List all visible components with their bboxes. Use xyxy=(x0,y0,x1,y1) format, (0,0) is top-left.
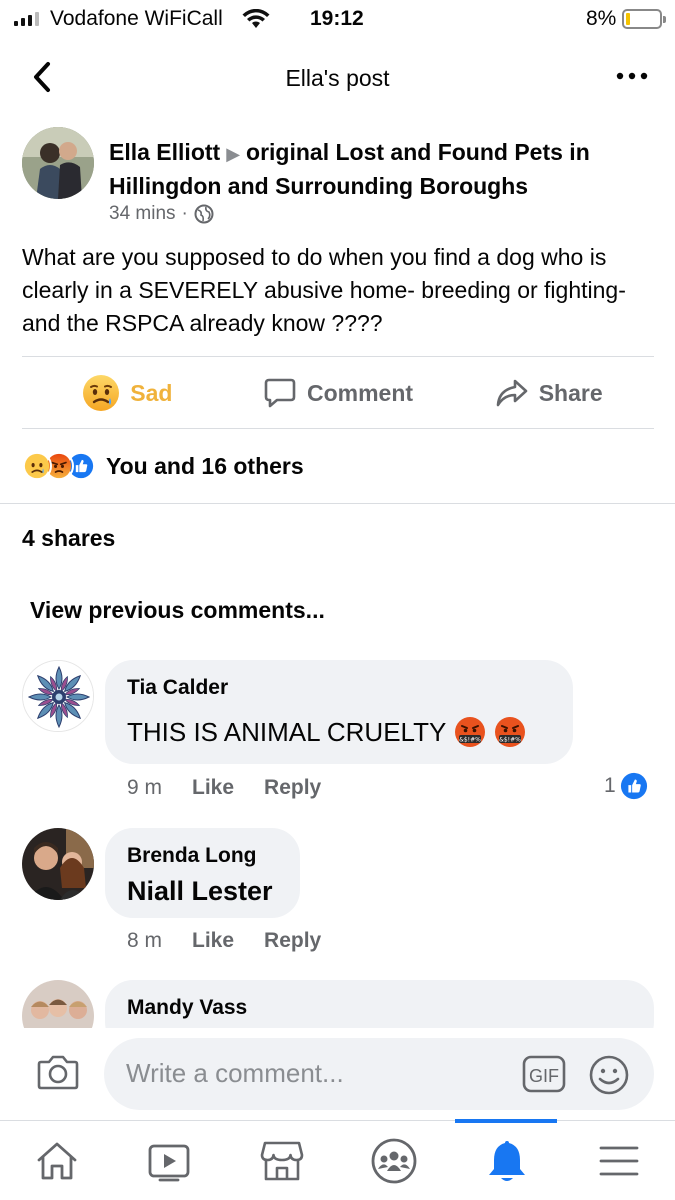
menu-icon xyxy=(599,1146,639,1176)
emoji-icon[interactable] xyxy=(588,1054,630,1096)
meta-separator: · xyxy=(181,203,188,224)
divider xyxy=(0,503,675,504)
view-previous-comments[interactable]: View previous comments... xyxy=(30,597,325,624)
notifications-icon xyxy=(489,1141,525,1181)
commenter-avatar[interactable] xyxy=(22,660,94,732)
comment-placeholder: Write a comment... xyxy=(126,1058,344,1088)
like-link[interactable]: Like xyxy=(192,776,234,800)
shares-count[interactable]: 4 shares xyxy=(22,525,115,552)
post-text: What are you supposed to do when you fin… xyxy=(22,244,626,336)
sad-emoji-icon xyxy=(83,375,120,411)
comment-bubble[interactable]: Tia Calder THIS IS ANIMAL CRUELTY &$!#% … xyxy=(105,660,573,764)
tab-notifications[interactable] xyxy=(477,1135,537,1187)
header: Ella's post xyxy=(0,50,675,106)
divider xyxy=(22,428,654,429)
comment-meta: 8 m Like Reply xyxy=(127,929,321,953)
comment-text[interactable]: Niall Lester xyxy=(127,876,273,907)
carrier-name: Vodafone WiFiCall xyxy=(50,7,223,30)
like-reaction-icon xyxy=(620,772,647,800)
signal-icon xyxy=(14,10,39,26)
share-icon xyxy=(496,379,528,407)
gif-icon[interactable]: GIF xyxy=(522,1054,566,1094)
page-title: Ella's post xyxy=(285,65,390,91)
reply-link[interactable]: Reply xyxy=(264,929,321,953)
sad-reaction-icon xyxy=(22,451,52,481)
camera-icon[interactable] xyxy=(36,1052,80,1092)
share-label: Share xyxy=(538,379,603,406)
svg-text:&$!#%: &$!#% xyxy=(459,737,481,744)
battery-icon xyxy=(622,9,666,29)
author-name[interactable]: Ella Elliott xyxy=(109,139,220,165)
tab-home[interactable] xyxy=(27,1135,87,1187)
reaction-button[interactable]: Sad xyxy=(22,357,233,429)
cursing-face-icon: &$!#% xyxy=(495,717,526,747)
comment-time[interactable]: 9 m xyxy=(127,776,162,800)
reactions-summary[interactable]: You and 16 others xyxy=(22,448,304,484)
share-button[interactable]: Share xyxy=(443,357,654,429)
commenter-name[interactable]: Mandy Vass xyxy=(127,996,247,1020)
cursing-face-icon: &$!#% xyxy=(455,717,486,747)
comment-label: Comment xyxy=(306,379,414,406)
post-meta: 34 mins · xyxy=(109,203,214,225)
commenter-name[interactable]: Tia Calder xyxy=(127,676,228,700)
commenter-avatar[interactable] xyxy=(22,828,94,900)
tab-marketplace[interactable] xyxy=(252,1135,312,1187)
comment-input[interactable]: Write a comment... GIF xyxy=(104,1038,654,1110)
more-options-icon[interactable] xyxy=(612,64,652,88)
post-actions: Sad Comment Share xyxy=(22,357,654,429)
status-bar: Vodafone WiFiCall 19:12 8% xyxy=(0,0,675,38)
bottom-nav xyxy=(0,1119,675,1200)
comment-button[interactable]: Comment xyxy=(233,357,444,429)
comment-composer: Write a comment... GIF xyxy=(0,1028,675,1120)
comment-bubble[interactable]: Brenda Long Niall Lester xyxy=(105,828,300,918)
commenter-name[interactable]: Brenda Long xyxy=(127,844,257,868)
comment-like-count[interactable]: 1 xyxy=(604,772,648,800)
reaction-label: Sad xyxy=(130,379,173,406)
reply-link[interactable]: Reply xyxy=(264,776,321,800)
active-tab-indicator xyxy=(455,1119,557,1123)
clock: 19:12 xyxy=(310,7,364,30)
home-icon xyxy=(37,1142,77,1180)
groups-icon xyxy=(371,1138,417,1184)
like-count-value: 1 xyxy=(604,774,616,797)
svg-text:&$!#%: &$!#% xyxy=(499,737,521,744)
tab-groups[interactable] xyxy=(364,1135,424,1187)
comment-icon xyxy=(264,378,296,408)
reactions-count: You and 16 others xyxy=(106,452,304,479)
svg-text:GIF: GIF xyxy=(529,1066,559,1086)
author-avatar[interactable] xyxy=(22,127,94,199)
tab-menu[interactable] xyxy=(589,1135,649,1187)
battery-percent: 8% xyxy=(586,7,617,30)
wifi-icon xyxy=(242,9,270,28)
comment-meta: 9 m Like Reply xyxy=(127,776,321,800)
globe-icon xyxy=(194,204,214,224)
post-time[interactable]: 34 mins xyxy=(109,203,176,225)
tab-watch[interactable] xyxy=(139,1135,199,1187)
watch-icon xyxy=(148,1144,190,1182)
marketplace-icon xyxy=(260,1141,304,1181)
like-link[interactable]: Like xyxy=(192,929,234,953)
arrow-right-icon: ▶ xyxy=(226,144,241,164)
comment-text: THIS IS ANIMAL CRUELTY xyxy=(127,716,447,747)
comment-time[interactable]: 8 m xyxy=(127,929,162,953)
comment-text-row: THIS IS ANIMAL CRUELTY &$!#% &$!#% xyxy=(127,716,526,748)
post-author-line: Ella Elliott ▶ original Lost and Found Pet… xyxy=(109,136,649,202)
